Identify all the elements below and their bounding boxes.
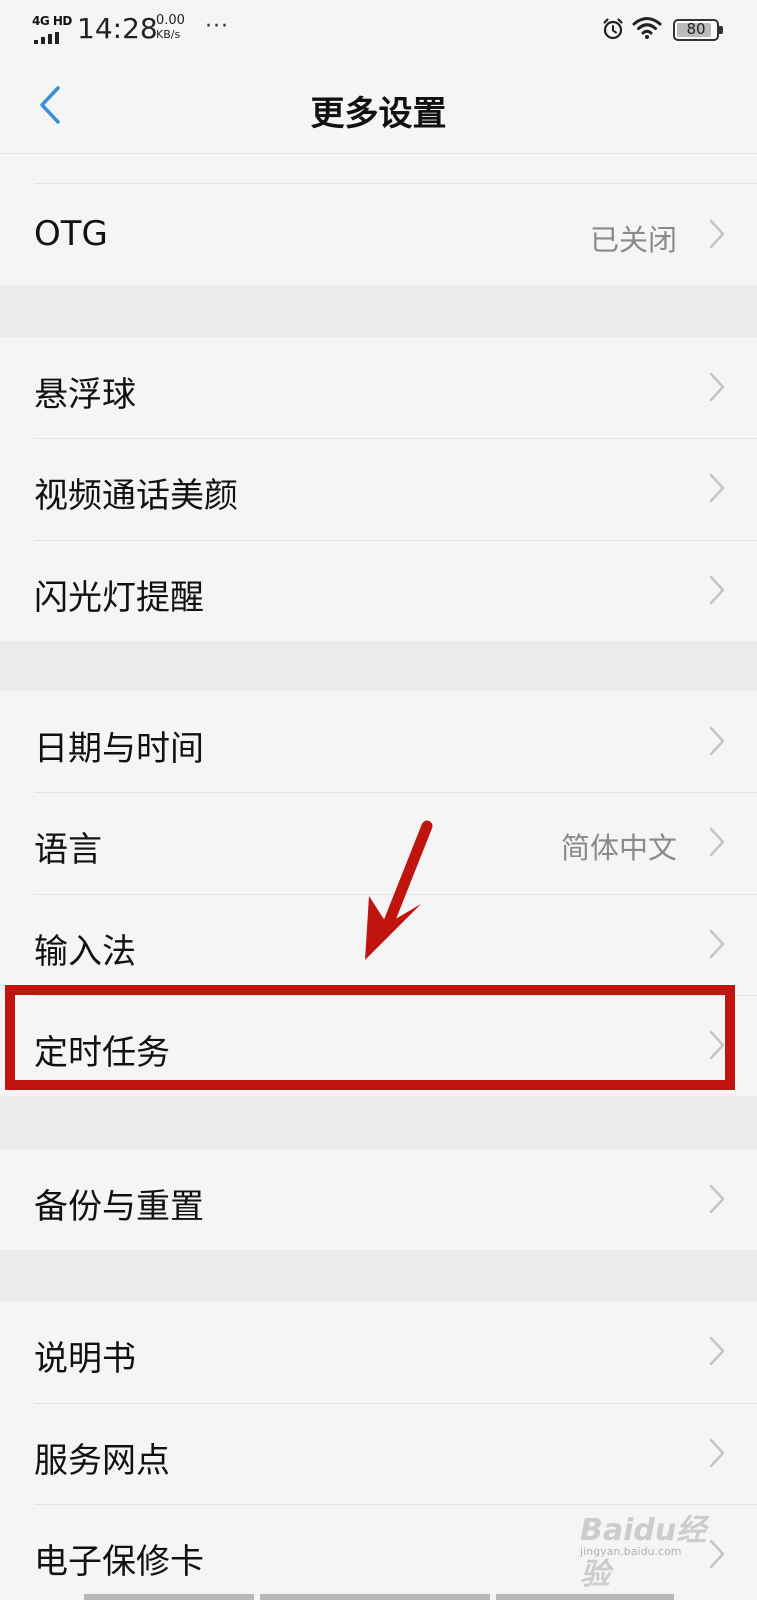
divider	[34, 438, 757, 439]
group-separator	[0, 285, 757, 337]
settings-row-floating-ball[interactable]: 悬浮球	[0, 337, 757, 438]
row-label: 电子保修卡	[34, 1542, 204, 1582]
settings-screen: 4G HD 14:28 0.00 KB/s ··· 80 更多设置 OTG 已关…	[0, 0, 757, 1600]
settings-row-flash-reminder[interactable]: 闪光灯提醒	[0, 540, 757, 641]
watermark-url: jingyan.baidu.com	[580, 1545, 682, 1558]
network-speed: 0.00 KB/s	[156, 14, 185, 42]
wifi-icon	[632, 17, 662, 39]
group-separator	[0, 641, 757, 691]
row-label: 视频通话美颜	[34, 476, 238, 516]
row-label: 闪光灯提醒	[34, 578, 204, 618]
chevron-right-icon	[709, 372, 725, 402]
chevron-right-icon	[709, 827, 725, 857]
chevron-right-icon	[709, 1438, 725, 1468]
status-time: 14:28	[77, 12, 158, 45]
chevron-right-icon	[709, 1336, 725, 1366]
settings-row-video-call-beauty[interactable]: 视频通话美颜	[0, 438, 757, 539]
chevron-right-icon	[709, 575, 725, 605]
page-title: 更多设置	[310, 94, 447, 134]
settings-row-manual[interactable]: 说明书	[0, 1301, 757, 1402]
row-label: OTG	[34, 214, 108, 254]
status-bar: 4G HD 14:28 0.00 KB/s ··· 80	[0, 0, 757, 58]
row-label: 服务网点	[34, 1441, 170, 1481]
more-notifications-icon: ···	[205, 14, 229, 39]
chevron-right-icon	[709, 929, 725, 959]
battery-icon: 80	[673, 19, 723, 41]
alarm-icon	[603, 18, 623, 40]
row-label: 备份与重置	[34, 1187, 204, 1227]
highlight-box	[5, 985, 735, 1090]
title-bar: 更多设置	[0, 58, 757, 154]
chevron-right-icon	[709, 726, 725, 756]
settings-row-otg[interactable]: OTG 已关闭	[0, 184, 757, 285]
divider	[34, 540, 757, 541]
row-label: 说明书	[34, 1339, 136, 1379]
divider	[34, 1403, 757, 1404]
annotation-arrow-icon	[365, 820, 433, 960]
row-label: 日期与时间	[34, 729, 204, 769]
row-label: 语言	[34, 830, 102, 870]
settings-row-service-outlets[interactable]: 服务网点	[0, 1403, 757, 1504]
chevron-right-icon	[709, 473, 725, 503]
bottom-gesture-bar[interactable]	[84, 1594, 674, 1600]
group-separator	[0, 1096, 757, 1149]
watermark: Baidu经验 jingyan.baidu.com	[580, 1505, 720, 1592]
chevron-right-icon	[709, 1184, 725, 1214]
row-label: 悬浮球	[34, 375, 136, 415]
settings-row-date-time[interactable]: 日期与时间	[0, 691, 757, 792]
group-separator	[0, 1250, 757, 1301]
network-speed-value: 0.00	[156, 13, 185, 28]
divider	[34, 792, 757, 793]
network-speed-unit: KB/s	[156, 28, 181, 41]
row-value: 已关闭	[589, 223, 677, 257]
settings-row-backup-reset[interactable]: 备份与重置	[0, 1149, 757, 1250]
chevron-right-icon	[709, 219, 725, 249]
battery-level: 80	[686, 20, 706, 38]
row-label: 输入法	[34, 932, 136, 972]
cellular-signal-icon: 4G HD	[32, 14, 72, 44]
top-spacer	[0, 155, 757, 183]
network-type-label: 4G HD	[32, 14, 72, 28]
row-value: 简体中文	[560, 831, 677, 865]
